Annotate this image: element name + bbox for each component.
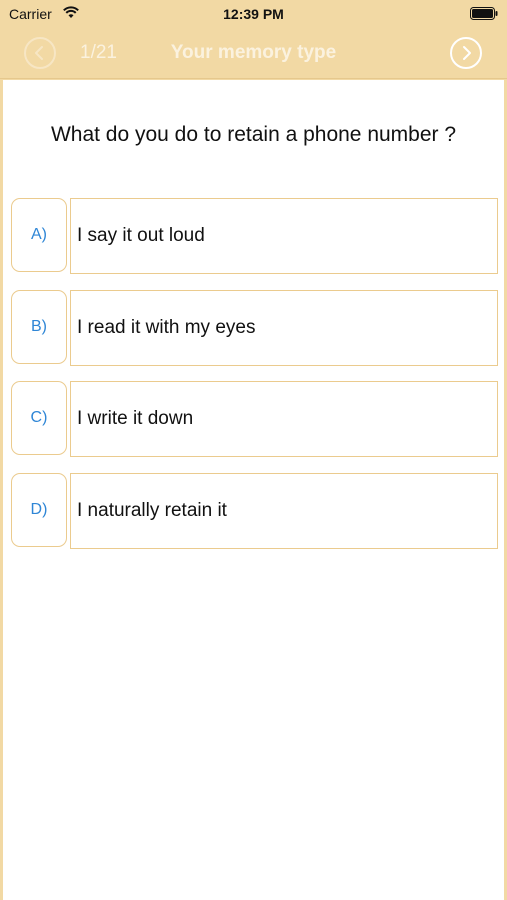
option-answer-box[interactable]: I naturally retain it — [70, 473, 498, 549]
answer-option-d[interactable]: D) I naturally retain it — [11, 473, 499, 549]
chevron-right-icon — [463, 46, 471, 60]
answer-option-b[interactable]: B) I read it with my eyes — [11, 290, 499, 366]
page-title: Your memory type — [170, 42, 337, 63]
forward-button[interactable] — [450, 37, 482, 69]
question-text: What do you do to retain a phone number … — [50, 123, 457, 146]
option-letter[interactable]: A) — [11, 198, 67, 272]
answer-option-a[interactable]: A) I say it out loud — [11, 198, 499, 274]
quiz-content: What do you do to retain a phone number … — [3, 80, 504, 900]
option-text: I read it with my eyes — [77, 316, 256, 338]
option-letter[interactable]: B) — [11, 290, 67, 364]
option-answer-box[interactable]: I write it down — [70, 381, 498, 457]
battery-icon — [470, 7, 498, 20]
option-letter[interactable]: D) — [11, 473, 67, 547]
option-text: I naturally retain it — [77, 499, 227, 521]
option-answer-box[interactable]: I say it out loud — [70, 198, 498, 274]
status-bar: Carrier 12:39 PM — [0, 0, 507, 28]
status-time: 12:39 PM — [223, 6, 284, 22]
option-letter[interactable]: C) — [11, 381, 67, 455]
option-text: I say it out loud — [77, 224, 205, 246]
option-text: I write it down — [77, 407, 194, 429]
answer-option-c[interactable]: C) I write it down — [11, 381, 499, 457]
option-answer-box[interactable]: I read it with my eyes — [70, 290, 498, 366]
navigation-bar: 1/21 Your memory type — [0, 28, 507, 79]
